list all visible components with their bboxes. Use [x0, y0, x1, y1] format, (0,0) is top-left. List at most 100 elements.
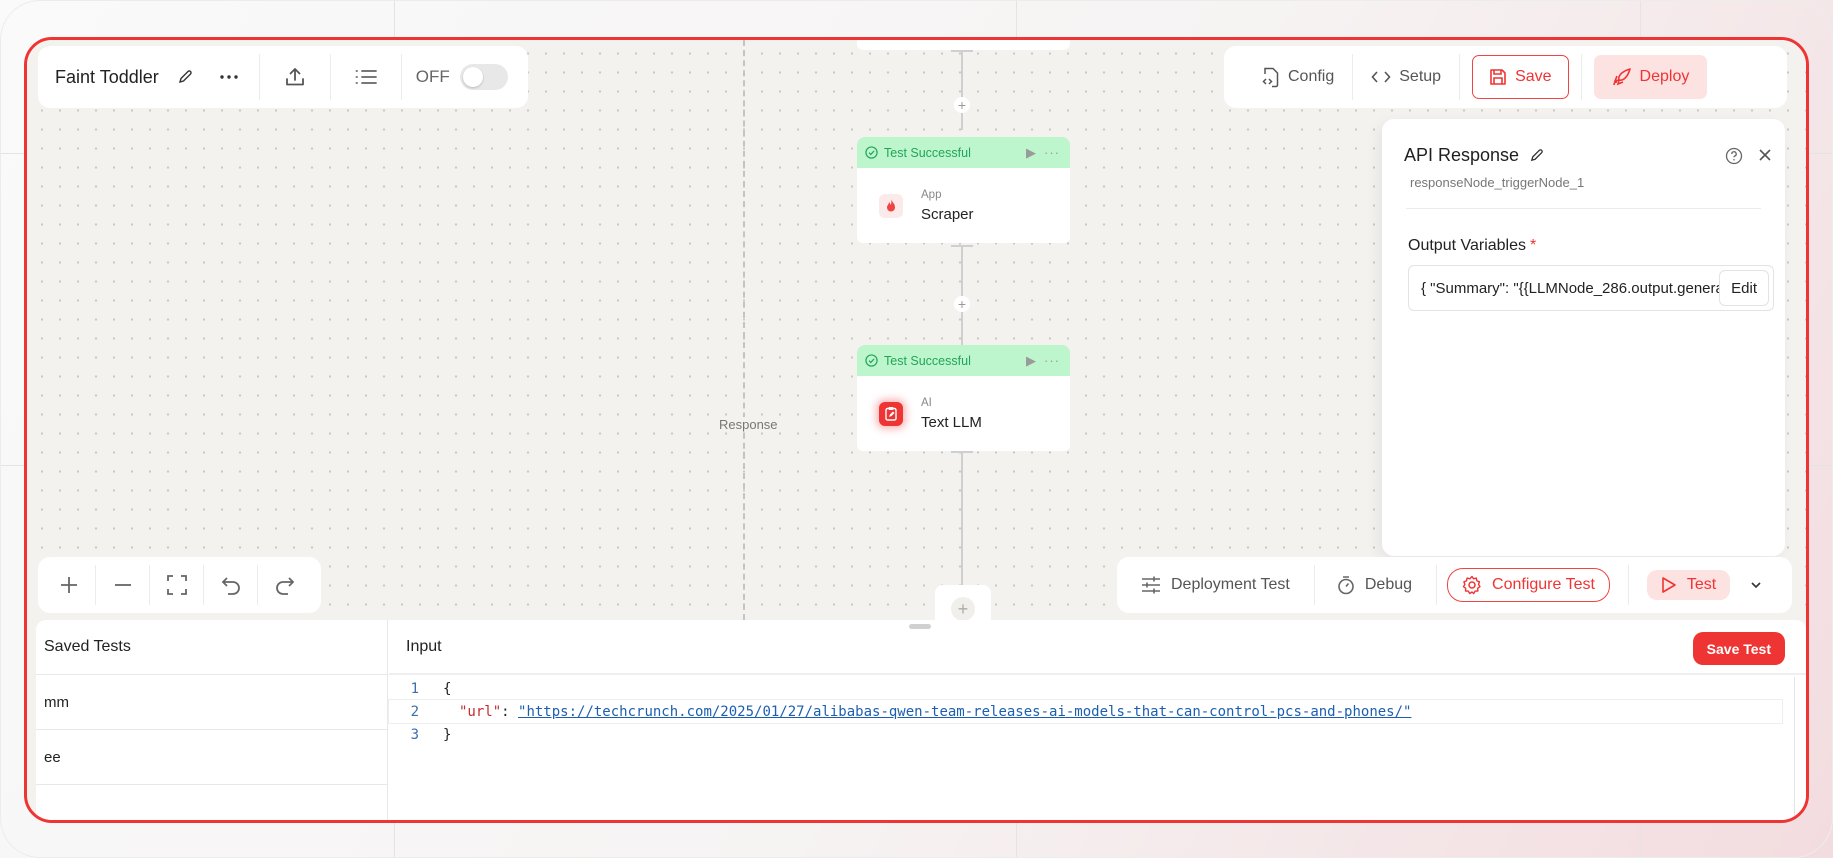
connector-line [961, 245, 963, 345]
node-status-bar: Test Successful ▶ ··· [857, 137, 1070, 168]
deploy-label: Deploy [1639, 68, 1690, 85]
save-test-button[interactable]: Save Test [1692, 632, 1785, 665]
response-label: Response [717, 417, 780, 432]
plus-icon: + [951, 597, 975, 621]
setup-label: Setup [1399, 68, 1442, 85]
debug-button[interactable]: Debug [1315, 565, 1436, 605]
plus-icon [60, 577, 77, 593]
configure-test-button[interactable]: Configure Test [1447, 568, 1610, 602]
pencil-icon[interactable] [173, 57, 197, 97]
editor-line: 3 } [389, 723, 1782, 746]
line-number: 3 [410, 726, 419, 743]
play-icon[interactable]: ▶ [1026, 353, 1036, 369]
more-icon[interactable] [215, 57, 243, 97]
editor-line: 1 { [389, 677, 1782, 700]
save-label: Save [1515, 68, 1552, 85]
node-id: responseNode_triggerNode_1 [1410, 175, 1585, 190]
deploy-button[interactable]: Deploy [1593, 55, 1708, 99]
save-button[interactable]: Save [1472, 55, 1569, 99]
divider [1459, 54, 1461, 100]
chevron-down-icon[interactable] [1750, 581, 1762, 589]
test-label: Test [1686, 576, 1717, 593]
more-icon[interactable]: ··· [1044, 145, 1060, 160]
json-input-editor[interactable]: 1 { 2 "url": "https://techcrunch.com/202… [388, 677, 1783, 820]
config-button[interactable]: Config [1244, 55, 1352, 99]
editor-scrollbar[interactable] [1794, 677, 1806, 820]
fit-view-button[interactable] [150, 557, 203, 613]
output-variables-field[interactable]: { "Summary": "{{LLMNode_286.output.gener… [1408, 265, 1774, 311]
saved-tests-column: Saved Tests mm ee [36, 620, 388, 820]
debug-label: Debug [1364, 576, 1413, 593]
code-brackets-icon [1371, 70, 1391, 84]
more-icon[interactable]: ··· [1044, 353, 1060, 368]
configure-test-label: Configure Test [1492, 576, 1595, 593]
active-toggle[interactable] [459, 64, 508, 90]
saved-test-item[interactable]: mm [36, 675, 387, 730]
node-kind: App [921, 188, 942, 201]
pencil-icon[interactable] [1529, 148, 1544, 163]
saved-test-item[interactable]: ee [36, 730, 387, 785]
zoom-in-button[interactable] [42, 557, 95, 613]
check-circle-icon [865, 354, 878, 367]
close-icon[interactable] [1758, 148, 1772, 162]
add-node-button[interactable]: + [954, 97, 970, 113]
list-icon[interactable] [331, 57, 401, 97]
toggle-knob [462, 67, 483, 87]
divider [1406, 208, 1761, 209]
export-icon[interactable] [260, 57, 330, 97]
toggle-label: OFF [415, 67, 450, 86]
node-kind: AI [921, 396, 932, 409]
stopwatch-icon [1337, 575, 1355, 595]
fullscreen-icon [166, 575, 187, 595]
flow-node-partial[interactable] [857, 40, 1070, 50]
panel-resize-handle[interactable] [909, 624, 931, 629]
test-toolbar: Deployment Test Debug Configure Test Tes… [1117, 557, 1792, 613]
check-circle-icon [865, 146, 878, 159]
deployment-test-label: Deployment Test [1171, 576, 1290, 593]
connector-line [961, 451, 963, 591]
help-icon[interactable] [1725, 147, 1743, 165]
node-properties-panel: API Response responseNode_triggerNode_1 … [1382, 119, 1785, 556]
line-number: 1 [410, 680, 419, 697]
flow-node-text-llm[interactable]: Test Successful ▶ ··· AI Text LLM [857, 345, 1070, 451]
undo-button[interactable] [204, 557, 257, 613]
sliders-icon [1141, 575, 1161, 595]
divider [1436, 565, 1438, 605]
required-mark: * [1530, 237, 1537, 254]
divider [400, 54, 402, 100]
deploy-toolbar: Config Setup Save Deploy [1224, 46, 1787, 108]
add-node-bottom[interactable]: + [935, 585, 991, 625]
node-name: Text LLM [921, 413, 982, 431]
test-panel: Saved Tests mm ee Input Save Test 1 { 2 … [36, 620, 1806, 820]
workflow-title: Faint Toddler [55, 66, 159, 87]
saved-tests-header: Saved Tests [36, 620, 387, 675]
play-icon [1661, 576, 1677, 594]
add-node-button[interactable]: + [954, 296, 970, 312]
node-status-text: Test Successful [884, 353, 971, 368]
line-number: 2 [410, 703, 419, 720]
edit-button[interactable]: Edit [1719, 270, 1769, 306]
connector-line [961, 50, 963, 130]
zoom-out-button[interactable] [96, 557, 149, 613]
floppy-disk-icon [1489, 68, 1507, 86]
minus-icon [114, 584, 131, 586]
workflow-toolbar: Faint Toddler OFF [38, 46, 528, 108]
app-window: Response + Test Successful ▶ ··· App Scr… [24, 37, 1809, 823]
gear-icon [1462, 575, 1482, 595]
redo-button[interactable] [258, 557, 311, 613]
json-value-link[interactable]: "https://techcrunch.com/2025/01/27/aliba… [518, 704, 1411, 720]
deployment-test-button[interactable]: Deployment Test [1141, 565, 1314, 605]
undo-icon [221, 577, 240, 595]
play-icon[interactable]: ▶ [1026, 145, 1036, 161]
json-key: "url" [459, 703, 502, 720]
flow-node-scraper[interactable]: Test Successful ▶ ··· App Scraper [857, 137, 1070, 243]
fire-icon [879, 193, 903, 218]
clipboard-edit-icon [879, 401, 903, 426]
setup-button[interactable]: Setup [1353, 55, 1459, 99]
node-status-bar: Test Successful ▶ ··· [857, 345, 1070, 376]
json-separator: : [501, 703, 519, 720]
config-label: Config [1288, 68, 1335, 85]
node-name: Scraper [921, 205, 974, 223]
panel-title: API Response [1404, 145, 1520, 165]
test-button[interactable]: Test [1646, 570, 1731, 600]
